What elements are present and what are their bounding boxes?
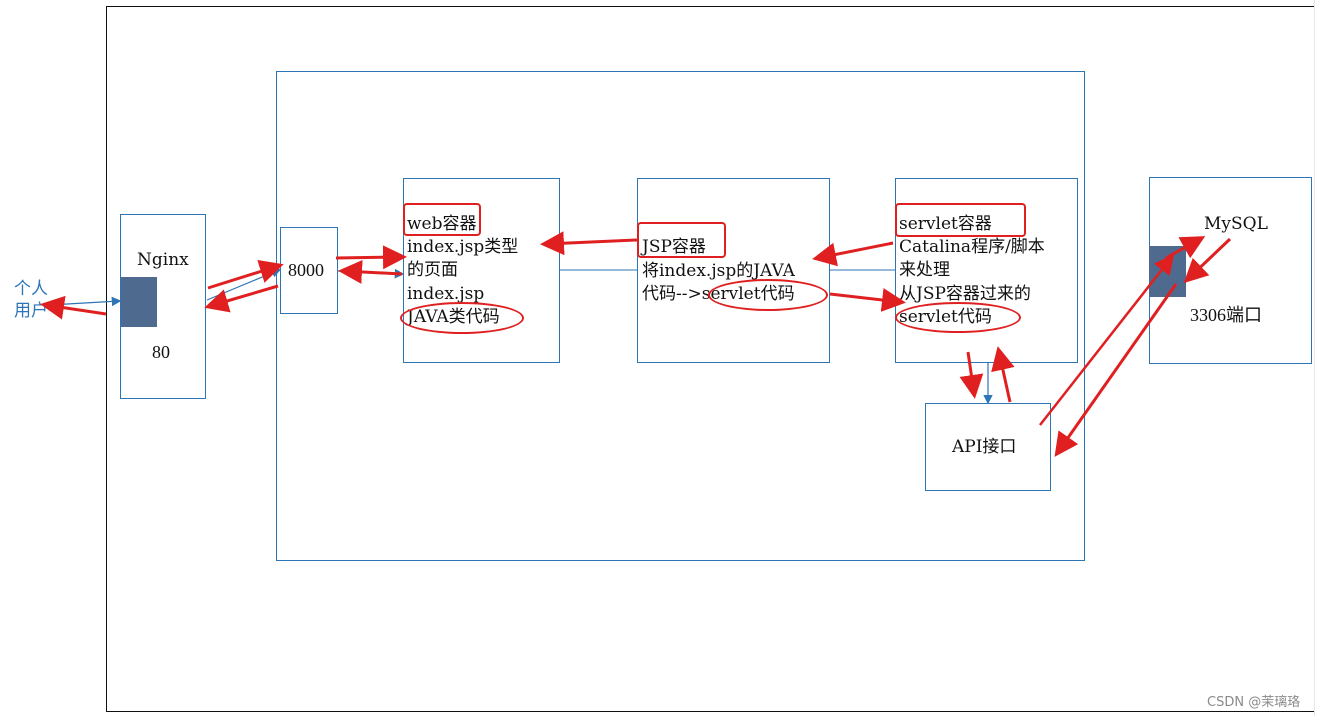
8000-to-nginx-arrow	[204, 284, 279, 313]
connector-layer	[40, 231, 1232, 457]
8000-to-web-arrow	[335, 245, 407, 270]
watermark: CSDN @茉璃珞	[1207, 695, 1301, 710]
user-to-nginx-connector	[49, 296, 122, 307]
jsp-to-web-arrow	[540, 231, 638, 256]
servlet-to-api-arrow	[959, 351, 984, 399]
web-to-8000-arrow	[338, 259, 403, 284]
mysql-port-to-title-arrow	[1165, 236, 1206, 260]
nginx-to-user-arrow	[40, 295, 107, 320]
api-to-servlet-arrow	[991, 346, 1015, 403]
mysql-to-api-arrow	[1054, 283, 1178, 457]
servlet-to-jsp-arrow	[812, 241, 894, 267]
mysql-title-to-port-arrow	[1183, 237, 1232, 284]
api-to-mysql-arrow	[1039, 254, 1175, 426]
jsp-servlet-code-to-servlet-arrow	[829, 288, 906, 312]
